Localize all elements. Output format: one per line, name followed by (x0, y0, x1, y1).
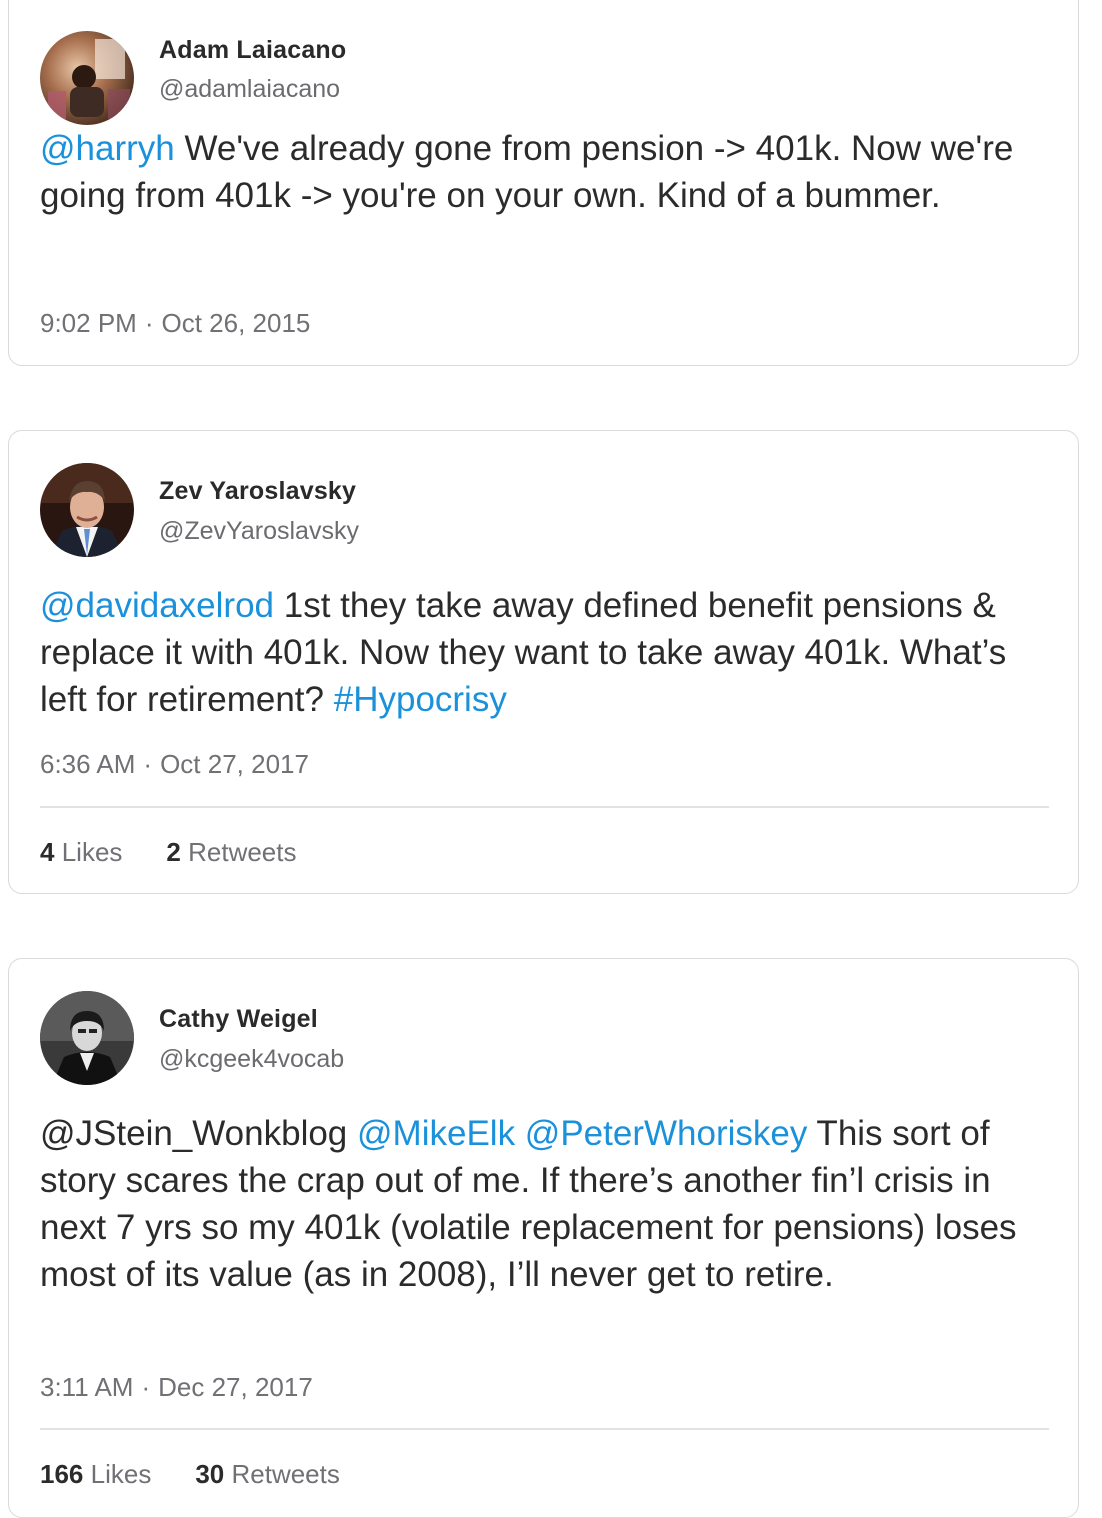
tweet-card[interactable]: Zev Yaroslavsky @ZevYaroslavsky @davidax… (8, 430, 1079, 894)
avatar[interactable] (40, 991, 134, 1085)
tweet-card[interactable]: Adam Laiacano @adamlaiacano @harryh We'v… (8, 0, 1079, 366)
separator-dot: · (144, 308, 154, 338)
retweets-stat[interactable]: 30 Retweets (195, 1459, 340, 1489)
tweet-stats: 4 Likes 2 Retweets (40, 837, 341, 868)
author-handle[interactable]: @kcgeek4vocab (159, 1045, 344, 1074)
likes-stat[interactable]: 4 Likes (40, 837, 122, 867)
author-name[interactable]: Zev Yaroslavsky (159, 477, 356, 506)
avatar-photo-icon (40, 31, 134, 125)
retweets-label: Retweets (231, 1459, 340, 1489)
tweet-body: We've already gone from pension -> 401k.… (40, 129, 1014, 215)
tweet-text: @JStein_Wonkblog @MikeElk @PeterWhoriske… (40, 1110, 1060, 1298)
tweet-time: 3:11 AM (40, 1372, 134, 1402)
tweet-timestamp[interactable]: 6:36 AM · Oct 27, 2017 (40, 749, 309, 780)
retweets-count: 30 (195, 1459, 225, 1489)
avatar-photo-icon (40, 991, 134, 1085)
tweet-date: Oct 26, 2015 (161, 308, 311, 338)
avatar[interactable] (40, 31, 134, 125)
mention-link[interactable]: @davidaxelrod (40, 586, 274, 625)
likes-stat[interactable]: 166 Likes (40, 1459, 151, 1489)
likes-count: 4 (40, 837, 55, 867)
tweet-time: 9:02 PM (40, 308, 137, 338)
retweets-stat[interactable]: 2 Retweets (166, 837, 296, 867)
mention-link[interactable]: @MikeElk (357, 1114, 515, 1153)
retweets-label: Retweets (188, 837, 297, 867)
mention-link[interactable]: @JStein_Wonkblog (40, 1114, 347, 1153)
tweet-time: 6:36 AM (40, 749, 136, 779)
tweet-text: @davidaxelrod 1st they take away defined… (40, 582, 1060, 723)
tweet-stats: 166 Likes 30 Retweets (40, 1459, 384, 1490)
mention-link[interactable]: @harryh (40, 129, 175, 168)
tweet-timestamp[interactable]: 9:02 PM · Oct 26, 2015 (40, 308, 310, 339)
likes-label: Likes (61, 837, 123, 867)
author-name[interactable]: Cathy Weigel (159, 1005, 318, 1034)
hashtag-link[interactable]: #Hypocrisy (334, 680, 507, 719)
likes-count: 166 (40, 1459, 84, 1489)
tweet-date: Oct 27, 2017 (160, 749, 309, 779)
author-handle[interactable]: @adamlaiacano (159, 75, 340, 104)
divider (40, 806, 1049, 808)
author-name[interactable]: Adam Laiacano (159, 36, 346, 65)
likes-label: Likes (90, 1459, 152, 1489)
tweet-card[interactable]: Cathy Weigel @kcgeek4vocab @JStein_Wonkb… (8, 958, 1079, 1518)
tweet-text: @harryh We've already gone from pension … (40, 125, 1060, 219)
avatar-photo-icon (40, 463, 134, 557)
retweets-count: 2 (166, 837, 181, 867)
tweet-timestamp[interactable]: 3:11 AM · Dec 27, 2017 (40, 1372, 313, 1403)
separator-dot: · (143, 749, 153, 779)
author-handle[interactable]: @ZevYaroslavsky (159, 517, 359, 546)
mention-link[interactable]: @PeterWhoriskey (525, 1114, 808, 1153)
divider (40, 1428, 1049, 1430)
separator-dot: · (141, 1372, 151, 1402)
avatar[interactable] (40, 463, 134, 557)
tweet-date: Dec 27, 2017 (158, 1372, 313, 1402)
